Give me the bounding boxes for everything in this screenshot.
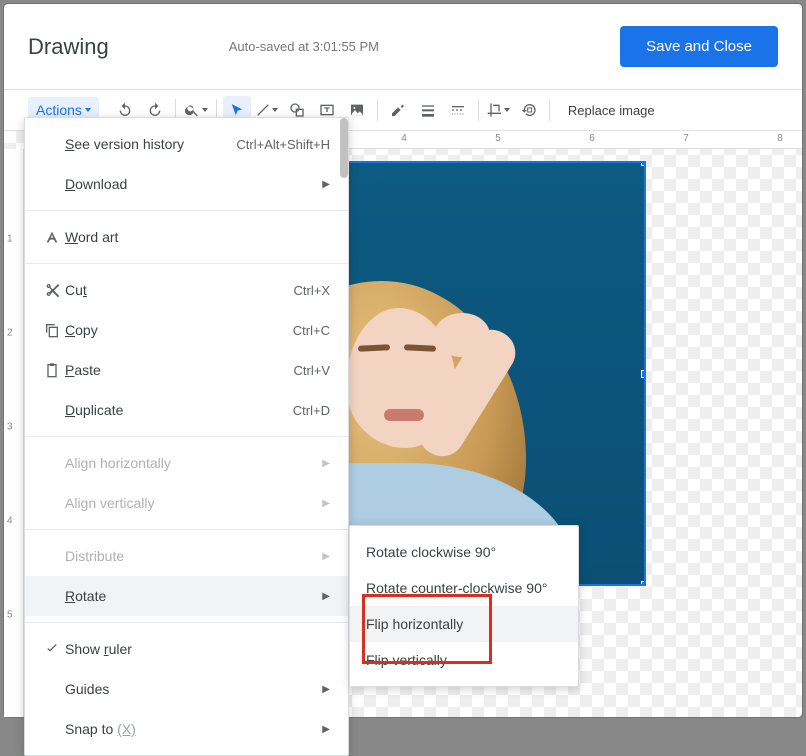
menu-label: Distribute [65, 548, 322, 564]
ruler-tick: 1 [7, 234, 13, 245]
menu-separator [25, 436, 348, 437]
resize-handle-br[interactable] [641, 581, 646, 586]
menu-separator [25, 210, 348, 211]
actions-menu: See version history Ctrl+Alt+Shift+H Dow… [24, 117, 349, 756]
menu-item-word-art[interactable]: Word art [25, 217, 348, 257]
menu-separator [25, 263, 348, 264]
actions-label: Actions [36, 102, 82, 118]
menu-label: Duplicate [65, 402, 293, 418]
chevron-down-icon [272, 108, 278, 112]
menu-label: Word art [65, 229, 330, 245]
save-and-close-button[interactable]: Save and Close [620, 26, 778, 67]
ruler-tick: 2 [7, 328, 13, 339]
resize-handle-mr[interactable] [641, 370, 646, 378]
menu-item-rotate[interactable]: Rotate ▶ [25, 576, 348, 616]
wordart-icon [39, 229, 65, 245]
ruler-tick: 4 [401, 133, 407, 144]
submenu-arrow-icon: ▶ [322, 724, 330, 735]
submenu-arrow-icon: ▶ [322, 179, 330, 190]
ruler-tick: 6 [589, 133, 595, 144]
resize-handle-tr[interactable] [641, 161, 646, 166]
menu-item-version-history[interactable]: See version history Ctrl+Alt+Shift+H [25, 124, 348, 164]
submenu-item-flip-horizontally[interactable]: Flip horizontally [350, 606, 578, 642]
submenu-arrow-icon: ▶ [322, 551, 330, 562]
ruler-tick: 7 [683, 133, 689, 144]
menu-label: Show ruler [65, 641, 330, 657]
menu-shortcut: Ctrl+D [293, 403, 330, 418]
ruler-tick: 5 [7, 610, 13, 621]
ruler-tick: 5 [495, 133, 501, 144]
menu-item-guides[interactable]: Guides ▶ [25, 669, 348, 709]
ruler-tick: 3 [7, 422, 13, 433]
border-color-button[interactable] [384, 96, 412, 124]
menu-separator [25, 529, 348, 530]
submenu-arrow-icon: ▶ [322, 684, 330, 695]
separator [478, 99, 479, 121]
menu-item-copy[interactable]: Copy Ctrl+C [25, 310, 348, 350]
rotate-submenu: Rotate clockwise 90° Rotate counter-cloc… [349, 525, 579, 687]
separator [377, 99, 378, 121]
menu-item-snap-to[interactable]: Snap to (X) ▶ [25, 709, 348, 749]
separator [549, 99, 550, 121]
clipboard-icon [39, 362, 65, 378]
menu-label: Copy [65, 322, 293, 338]
menu-shortcut: Ctrl+X [294, 283, 330, 298]
crop-button[interactable] [485, 96, 513, 124]
submenu-arrow-icon: ▶ [322, 458, 330, 469]
menu-scrollbar[interactable] [340, 118, 348, 178]
ruler-tick: 8 [777, 133, 783, 144]
dialog-header: Drawing Auto-saved at 3:01:55 PM Save an… [4, 4, 802, 90]
check-icon [39, 641, 65, 657]
menu-item-show-ruler[interactable]: Show ruler [25, 629, 348, 669]
menu-label: Rotate [65, 588, 322, 604]
border-weight-button[interactable] [414, 96, 442, 124]
submenu-arrow-icon: ▶ [322, 498, 330, 509]
reset-image-button[interactable] [515, 96, 543, 124]
submenu-arrow-icon: ▶ [322, 591, 330, 602]
menu-separator [25, 622, 348, 623]
menu-label: See version history [65, 136, 236, 152]
menu-label: Paste [65, 362, 294, 378]
submenu-item-flip-vertically[interactable]: Flip vertically [350, 642, 578, 678]
menu-shortcut: Ctrl+Alt+Shift+H [236, 137, 330, 152]
menu-label: Snap to (X) [65, 721, 322, 737]
submenu-item-rotate-cw[interactable]: Rotate clockwise 90° [350, 534, 578, 570]
menu-label: Guides [65, 681, 322, 697]
menu-label: Cut [65, 282, 294, 298]
ruler-tick: 4 [7, 516, 13, 527]
dialog-title: Drawing [28, 34, 109, 60]
menu-label: Align horizontally [65, 455, 322, 471]
border-dash-button[interactable] [444, 96, 472, 124]
menu-shortcut: Ctrl+V [294, 363, 330, 378]
menu-item-align-horizontally: Align horizontally ▶ [25, 443, 348, 483]
menu-label: Align vertically [65, 495, 322, 511]
submenu-item-rotate-ccw[interactable]: Rotate counter-clockwise 90° [350, 570, 578, 606]
autosave-status: Auto-saved at 3:01:55 PM [229, 39, 620, 54]
vertical-ruler: 1 2 3 4 5 [4, 149, 24, 717]
menu-shortcut: Ctrl+C [293, 323, 330, 338]
menu-item-duplicate[interactable]: Duplicate Ctrl+D [25, 390, 348, 430]
chevron-down-icon [202, 108, 208, 112]
menu-item-align-vertically: Align vertically ▶ [25, 483, 348, 523]
menu-item-cut[interactable]: Cut Ctrl+X [25, 270, 348, 310]
replace-image-button[interactable]: Replace image [556, 103, 667, 118]
chevron-down-icon [85, 108, 91, 112]
menu-item-distribute: Distribute ▶ [25, 536, 348, 576]
menu-item-paste[interactable]: Paste Ctrl+V [25, 350, 348, 390]
scissors-icon [39, 282, 65, 298]
chevron-down-icon [504, 108, 510, 112]
menu-item-download[interactable]: Download ▶ [25, 164, 348, 204]
copy-icon [39, 322, 65, 338]
menu-label: Download [65, 176, 322, 192]
